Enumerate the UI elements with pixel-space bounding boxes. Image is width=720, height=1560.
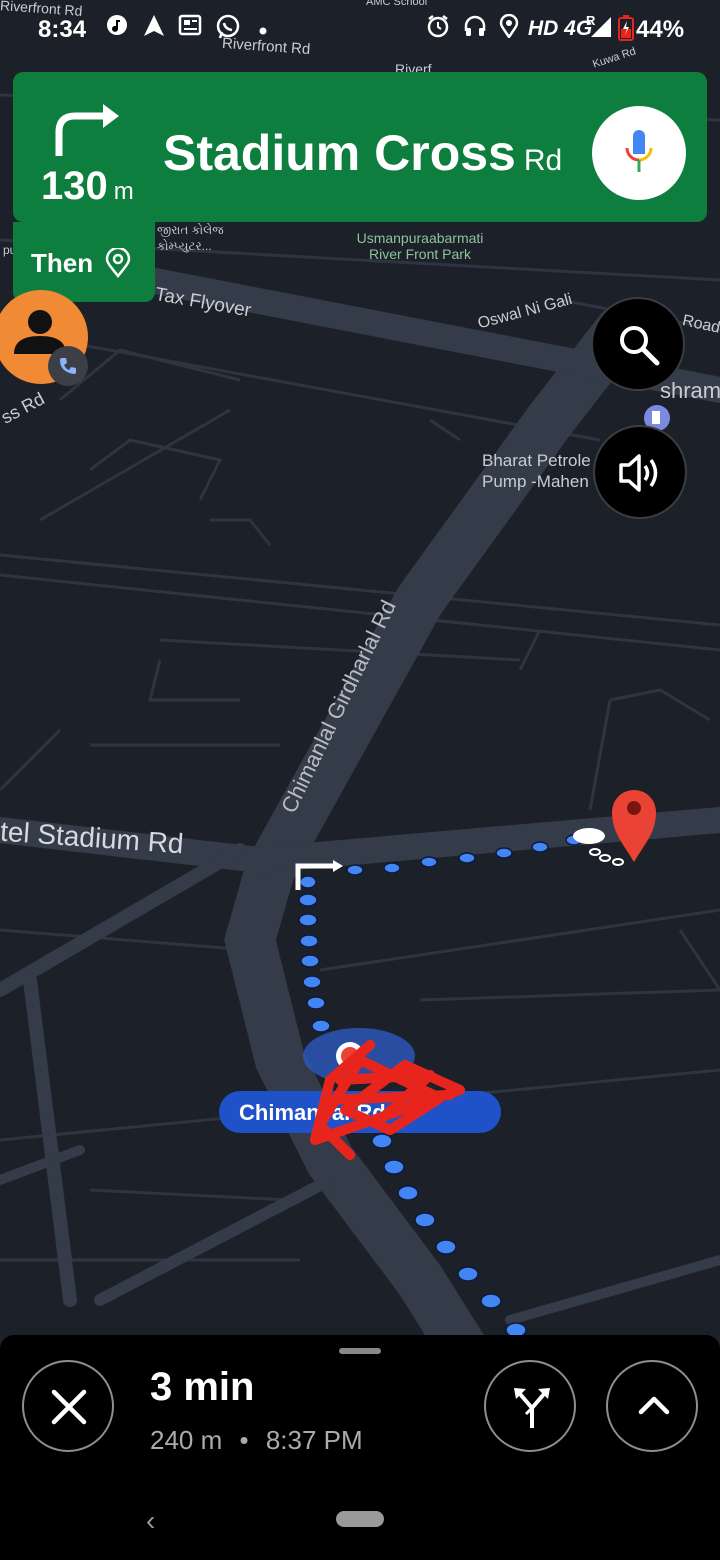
search-button[interactable] [591,297,685,391]
street-main: Stadium Cross [163,125,516,181]
then-label: Then [31,248,94,278]
close-icon [51,1389,87,1425]
search-icon [620,326,660,366]
headphones-icon [464,15,486,36]
call-button[interactable] [48,346,88,386]
signal-icon [591,17,611,37]
news-icon [178,14,202,36]
destination-pin-small-icon [105,248,131,278]
poi-bharat-petrol[interactable]: Bharat Petrole Pump -Mahen [482,450,591,492]
redaction-overlay [310,1040,465,1160]
turn-instruction-banner[interactable]: 130 m Stadium Cross Rd [13,72,707,222]
street-suffix: Rd [523,144,563,177]
expand-sheet-button[interactable] [606,1360,698,1452]
navigation-icon [144,15,164,36]
poi-bharat-line2: Pump -Mahen [482,472,589,491]
system-back-button[interactable]: ‹ [146,1505,155,1537]
turn-right-icon [55,104,119,156]
dot-icon [259,27,267,35]
distance-value: 130 [41,164,108,208]
sheet-drag-handle[interactable] [339,1348,381,1354]
status-bar: 8:34 HD 4G R 44% [0,0,720,62]
distance-unit: m [113,178,134,205]
next-street-name: Stadium Cross Rd [163,124,562,182]
map-label-ashram: shram [660,378,720,403]
poi-bharat-line1: Bharat Petrole [482,451,591,470]
music-app-icon [107,15,127,35]
voice-search-button[interactable] [592,106,686,200]
poi-usmanpura-park[interactable]: Usmanpuraabarmati River Front Park [340,230,500,262]
network-type: HD 4G [528,17,593,40]
trip-bottom-sheet[interactable]: 3 min 240 m • 8:37 PM ‹ [0,1335,720,1560]
trip-details: 240 m • 8:37 PM [150,1425,363,1456]
alternate-routes-button[interactable] [484,1360,576,1452]
alarm-icon [427,15,449,38]
whatsapp-icon [216,14,240,39]
alternate-routes-icon [514,1388,550,1428]
poi-usmanpura-line2: River Front Park [369,246,471,262]
battery-icon [618,15,634,41]
exit-navigation-button[interactable] [22,1360,114,1452]
status-time: 8:34 [38,16,87,43]
sound-button[interactable] [593,425,687,519]
system-home-button[interactable] [336,1511,384,1527]
map-label-college: જીરાત કોલેજ [157,223,224,237]
arrival-time: 8:37 PM [265,1425,363,1455]
microphone-icon [625,130,653,172]
sound-icon [619,454,658,492]
trip-separator: • [239,1425,249,1455]
phone-icon [60,358,76,374]
poi-usmanpura-line1: Usmanpuraabarmati [356,230,484,246]
battery-percent: 44% [636,16,685,43]
location-icon [499,14,519,38]
eta-minutes: 3 min [150,1365,255,1409]
distance-to-turn: 130 m [41,164,134,209]
remaining-distance: 240 m [150,1425,223,1455]
map-label-computer: કોમ્પ્યુટર... [157,239,212,253]
chevron-up-icon [638,1396,670,1415]
